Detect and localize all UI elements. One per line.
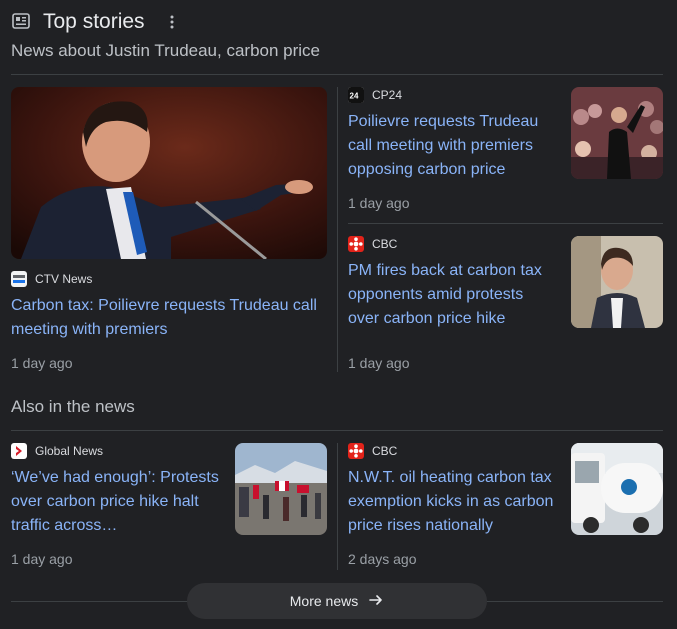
divider — [11, 430, 663, 431]
source-name: CBC — [372, 444, 398, 458]
source-name: CTV News — [35, 272, 93, 286]
cbc-logo-icon — [348, 236, 364, 252]
column-divider — [337, 443, 338, 570]
cbc-logo-icon — [348, 443, 364, 459]
svg-text:24: 24 — [350, 92, 359, 101]
ctv-news-logo-icon — [11, 271, 27, 287]
more-news-label: More news — [289, 593, 359, 609]
source-name: CP24 — [372, 88, 403, 102]
source-name: CBC — [372, 237, 398, 251]
story-thumbnail[interactable] — [571, 443, 663, 535]
also-in-news-heading: Also in the news — [11, 397, 135, 416]
more-news-button[interactable]: More news — [187, 583, 487, 619]
source-name: Global News — [35, 444, 104, 458]
divider — [11, 74, 663, 75]
story-headline[interactable]: Poilievre requests Trudeau call meeting … — [348, 110, 558, 182]
story-headline[interactable]: ‘We’ve had enough’: Protests over carbon… — [11, 466, 221, 538]
section-title: Top stories — [43, 10, 145, 33]
story-time: 2 days ago — [348, 551, 417, 567]
cp24-logo-icon: 24 — [348, 87, 364, 103]
story-thumbnail[interactable] — [11, 87, 327, 259]
story-source: CBC — [348, 236, 397, 252]
story-time: 1 day ago — [348, 195, 410, 211]
story-source: CTV News — [11, 271, 92, 287]
arrow-right-icon — [368, 592, 384, 611]
more-options-icon[interactable] — [162, 11, 182, 33]
story-time: 1 day ago — [11, 355, 73, 371]
story-source: CBC — [348, 443, 397, 459]
story-thumbnail[interactable] — [571, 236, 663, 328]
global-news-logo-icon — [11, 443, 27, 459]
story-headline[interactable]: N.W.T. oil heating carbon tax exemption … — [348, 466, 558, 538]
story-time: 1 day ago — [348, 355, 410, 371]
story-source: 24 CP24 — [348, 87, 402, 103]
newspaper-icon — [12, 13, 30, 29]
story-headline[interactable]: PM fires back at carbon tax opponents am… — [348, 259, 558, 331]
topic-subtitle: News about Justin Trudeau, carbon price — [11, 41, 321, 60]
story-source: Global News — [11, 443, 103, 459]
divider — [348, 223, 663, 224]
story-thumbnail[interactable] — [571, 87, 663, 179]
story-headline[interactable]: Carbon tax: Poilievre requests Trudeau c… — [11, 294, 327, 342]
column-divider — [337, 87, 338, 372]
story-time: 1 day ago — [11, 551, 73, 567]
story-thumbnail[interactable] — [235, 443, 327, 535]
